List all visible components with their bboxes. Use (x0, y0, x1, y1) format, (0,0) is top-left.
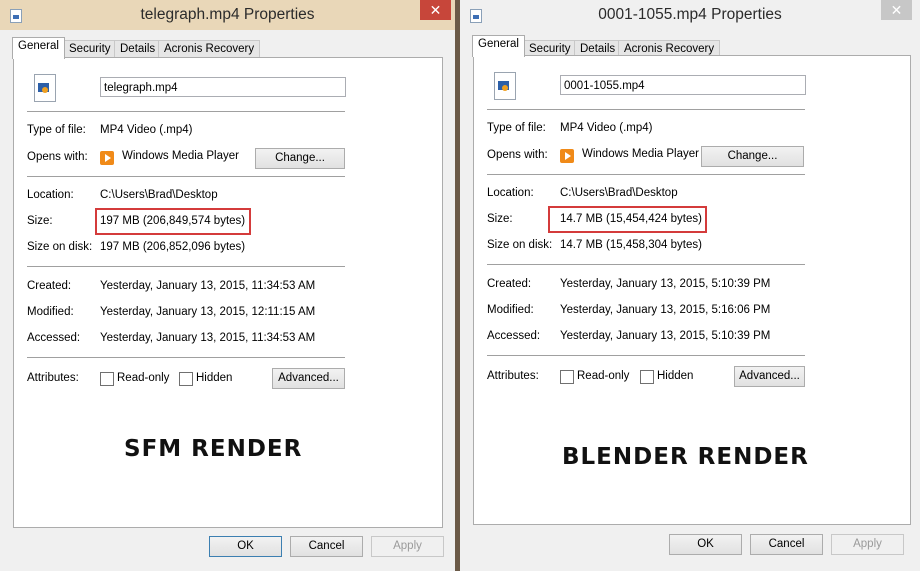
dialog-client: General Security Details Acronis Recover… (0, 30, 455, 571)
close-icon[interactable]: ✕ (420, 0, 451, 20)
location-label: Location: (487, 187, 534, 199)
change-button[interactable]: Change... (255, 148, 345, 169)
caption-label: SFM RENDER (124, 436, 303, 462)
window-title: 0001-1055.mp4 Properties (598, 6, 782, 23)
hidden-checkbox[interactable] (640, 370, 654, 384)
type-of-file-value: MP4 Video (.mp4) (560, 122, 653, 134)
separator (487, 109, 805, 110)
read-only-checkbox[interactable] (560, 370, 574, 384)
created-label: Created: (487, 278, 532, 290)
size-value: 14.7 MB (15,454,424 bytes) (560, 213, 702, 225)
accessed-label: Accessed: (27, 332, 81, 344)
mp4-file-icon (34, 74, 56, 102)
location-label: Location: (27, 189, 74, 201)
size-value: 197 MB (206,849,574 bytes) (100, 215, 246, 227)
title-bar[interactable]: telegraph.mp4 Properties ✕ (0, 0, 455, 30)
created-label: Created: (27, 280, 72, 292)
type-of-file-label: Type of file: (487, 122, 546, 134)
windows-media-player-icon (100, 151, 114, 165)
separator (487, 174, 805, 175)
size-on-disk-value: 14.7 MB (15,458,304 bytes) (560, 239, 702, 251)
tab-details[interactable]: Details (114, 40, 162, 58)
properties-window-telegraph: telegraph.mp4 Properties ✕ General Secur… (0, 0, 455, 571)
ok-button[interactable]: OK (209, 536, 282, 557)
location-value: C:\Users\Brad\Desktop (100, 189, 218, 201)
attributes-label: Attributes: (27, 372, 79, 384)
separator (27, 357, 345, 358)
opens-with-label: Opens with: (487, 149, 548, 161)
separator (487, 264, 805, 265)
read-only-label: Read-only (577, 370, 630, 382)
accessed-value: Yesterday, January 13, 2015, 11:34:53 AM (100, 332, 316, 344)
caption-label: BLENDER RENDER (562, 444, 809, 470)
read-only-label: Read-only (117, 372, 170, 384)
location-value: C:\Users\Brad\Desktop (560, 187, 678, 199)
type-of-file-value: MP4 Video (.mp4) (100, 124, 193, 136)
tab-security[interactable]: Security (63, 40, 117, 58)
separator (27, 266, 345, 267)
tab-general[interactable]: General (12, 37, 65, 59)
windows-media-player-icon (560, 149, 574, 163)
size-on-disk-label: Size on disk: (27, 241, 93, 253)
created-value: Yesterday, January 13, 2015, 5:10:39 PM (560, 278, 771, 290)
tab-acronis-recovery[interactable]: Acronis Recovery (158, 40, 261, 58)
created-value: Yesterday, January 13, 2015, 11:34:53 AM (100, 280, 316, 292)
attributes-label: Attributes: (487, 370, 539, 382)
modified-label: Modified: (487, 304, 534, 316)
size-label: Size: (27, 215, 53, 227)
apply-button[interactable]: Apply (831, 534, 904, 555)
general-panel: telegraph.mp4 Type of file: MP4 Video (.… (13, 57, 443, 528)
advanced-button[interactable]: Advanced... (272, 368, 345, 389)
file-name-input[interactable]: telegraph.mp4 (100, 77, 346, 97)
opens-with-value: Windows Media Player (122, 150, 239, 162)
modified-value: Yesterday, January 13, 2015, 5:16:06 PM (560, 304, 771, 316)
separator (487, 355, 805, 356)
dialog-client: General Security Details Acronis Recover… (460, 30, 920, 571)
mp4-file-icon (494, 72, 516, 100)
modified-label: Modified: (27, 306, 74, 318)
hidden-label: Hidden (196, 372, 233, 384)
properties-window-blender: 0001-1055.mp4 Properties ✕ General Secur… (460, 0, 920, 571)
advanced-button[interactable]: Advanced... (734, 366, 805, 387)
hidden-checkbox[interactable] (179, 372, 193, 386)
opens-with-label: Opens with: (27, 151, 88, 163)
ok-button[interactable]: OK (669, 534, 742, 555)
cancel-button[interactable]: Cancel (750, 534, 823, 555)
modified-value: Yesterday, January 13, 2015, 12:11:15 AM (100, 306, 316, 318)
size-label: Size: (487, 213, 513, 225)
size-on-disk-label: Size on disk: (487, 239, 553, 251)
accessed-value: Yesterday, January 13, 2015, 5:10:39 PM (560, 330, 771, 342)
change-button[interactable]: Change... (701, 146, 804, 167)
title-bar[interactable]: 0001-1055.mp4 Properties ✕ (460, 0, 920, 30)
read-only-checkbox[interactable] (100, 372, 114, 386)
separator (27, 111, 345, 112)
type-of-file-label: Type of file: (27, 124, 86, 136)
hidden-label: Hidden (657, 370, 694, 382)
cancel-button[interactable]: Cancel (290, 536, 363, 557)
general-panel: 0001-1055.mp4 Type of file: MP4 Video (.… (473, 55, 911, 525)
window-title: telegraph.mp4 Properties (140, 6, 315, 23)
size-on-disk-value: 197 MB (206,852,096 bytes) (100, 241, 246, 253)
accessed-label: Accessed: (487, 330, 541, 342)
separator (27, 176, 345, 177)
tab-general[interactable]: General (472, 35, 525, 57)
close-icon[interactable]: ✕ (881, 0, 912, 20)
apply-button[interactable]: Apply (371, 536, 444, 557)
file-name-input[interactable]: 0001-1055.mp4 (560, 75, 806, 95)
opens-with-value: Windows Media Player (582, 148, 699, 160)
